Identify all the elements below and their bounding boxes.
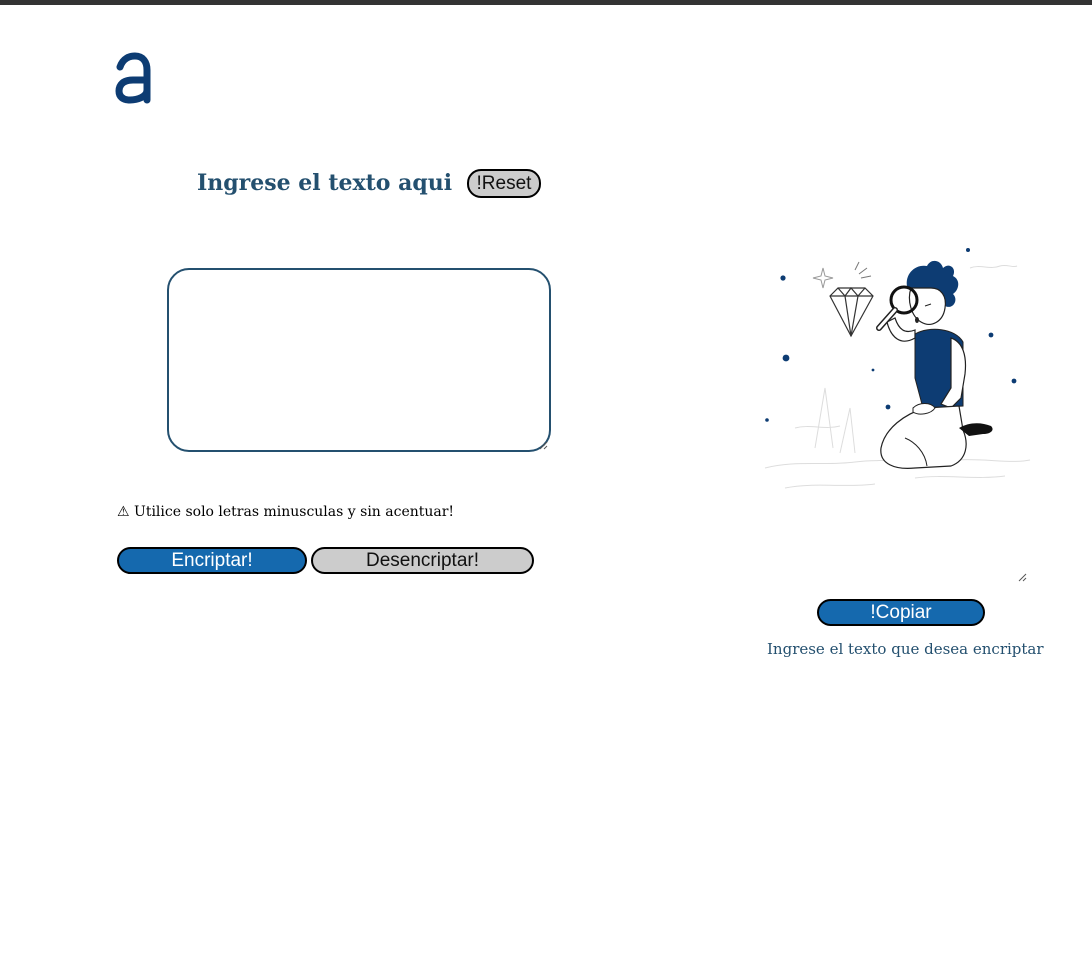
reset-button[interactable]: !Reset: [467, 169, 541, 198]
output-hint-text: Ingrese el texto que desea encriptar: [767, 640, 1044, 658]
warning-message: ⚠ Utilice solo letras minusculas y sin a…: [117, 504, 454, 520]
resize-grip-icon[interactable]: [1018, 573, 1027, 582]
text-input[interactable]: [167, 268, 551, 452]
warning-text: Utilice solo letras minusculas y sin ace…: [134, 504, 455, 520]
encrypt-button[interactable]: Encriptar!: [117, 547, 307, 574]
window-top-bar: [0, 0, 1092, 5]
copy-button[interactable]: !Copiar: [817, 599, 985, 626]
person-with-magnifying-glass-illustration: [764, 248, 1031, 489]
alura-logo-icon: [115, 52, 151, 104]
warning-icon: ⚠: [117, 504, 130, 520]
input-heading: Ingrese el texto aqui: [197, 170, 453, 196]
decrypt-button[interactable]: Desencriptar!: [311, 547, 534, 574]
resize-grip-icon[interactable]: [539, 441, 548, 450]
